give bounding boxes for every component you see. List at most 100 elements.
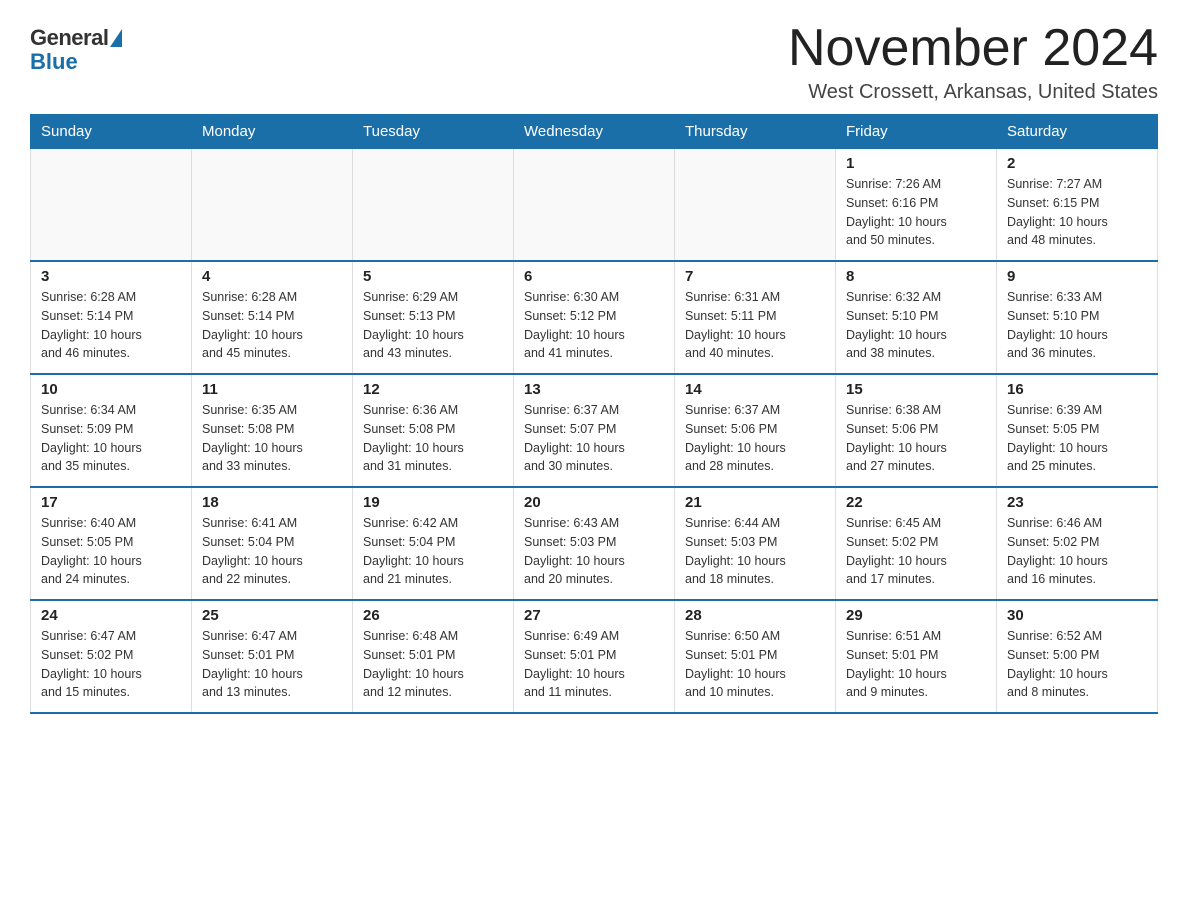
calendar-cell-week0-day2 [353,149,514,262]
calendar-header-monday: Monday [192,115,353,149]
title-section: November 2024 West Crossett, Arkansas, U… [788,20,1158,104]
logo: General Blue [30,20,122,75]
day-number: 18 [202,494,342,511]
day-number: 10 [41,381,181,398]
day-info: Sunrise: 6:44 AM Sunset: 5:03 PM Dayligh… [685,514,825,589]
day-info: Sunrise: 6:45 AM Sunset: 5:02 PM Dayligh… [846,514,986,589]
day-info: Sunrise: 7:27 AM Sunset: 6:15 PM Dayligh… [1007,175,1147,250]
day-info: Sunrise: 6:48 AM Sunset: 5:01 PM Dayligh… [363,627,503,702]
calendar-cell-week2-day3: 13 Sunrise: 6:37 AM Sunset: 5:07 PM Dayli… [514,374,675,487]
calendar-header-thursday: Thursday [675,115,836,149]
calendar-week-0: 1 Sunrise: 7:26 AM Sunset: 6:16 PM Daylig… [31,149,1158,262]
day-info: Sunrise: 6:36 AM Sunset: 5:08 PM Dayligh… [363,401,503,476]
day-number: 22 [846,494,986,511]
day-number: 1 [846,155,986,172]
calendar-cell-week0-day6: 2 Sunrise: 7:27 AM Sunset: 6:15 PM Daylig… [997,149,1158,262]
day-number: 21 [685,494,825,511]
calendar-cell-week3-day6: 23 Sunrise: 6:46 AM Sunset: 5:02 PM Dayli… [997,487,1158,600]
calendar-cell-week1-day2: 5 Sunrise: 6:29 AM Sunset: 5:13 PM Daylig… [353,261,514,374]
day-info: Sunrise: 6:33 AM Sunset: 5:10 PM Dayligh… [1007,288,1147,363]
calendar-header-sunday: Sunday [31,115,192,149]
day-number: 11 [202,381,342,398]
day-info: Sunrise: 6:39 AM Sunset: 5:05 PM Dayligh… [1007,401,1147,476]
calendar-cell-week3-day2: 19Sunrise: 6:42 AM Sunset: 5:04 PM Dayli… [353,487,514,600]
day-number: 16 [1007,381,1147,398]
calendar-table: SundayMondayTuesdayWednesdayThursdayFrid… [30,114,1158,714]
calendar-cell-week2-day2: 12Sunrise: 6:36 AM Sunset: 5:08 PM Dayli… [353,374,514,487]
location: West Crossett, Arkansas, United States [788,81,1158,104]
calendar-cell-week2-day1: 11 Sunrise: 6:35 AM Sunset: 5:08 PM Dayli… [192,374,353,487]
day-info: Sunrise: 6:43 AM Sunset: 5:03 PM Dayligh… [524,514,664,589]
calendar-cell-week1-day0: 3 Sunrise: 6:28 AM Sunset: 5:14 PM Daylig… [31,261,192,374]
calendar-cell-week4-day0: 24 Sunrise: 6:47 AM Sunset: 5:02 PM Dayli… [31,600,192,713]
calendar-week-1: 3 Sunrise: 6:28 AM Sunset: 5:14 PM Daylig… [31,261,1158,374]
day-info: Sunrise: 7:26 AM Sunset: 6:16 PM Dayligh… [846,175,986,250]
calendar-cell-week3-day3: 20 Sunrise: 6:43 AM Sunset: 5:03 PM Dayli… [514,487,675,600]
calendar-cell-week2-day0: 10 Sunrise: 6:34 AM Sunset: 5:09 PM Dayli… [31,374,192,487]
calendar-cell-week4-day6: 30Sunrise: 6:52 AM Sunset: 5:00 PM Dayli… [997,600,1158,713]
day-number: 2 [1007,155,1147,172]
day-number: 8 [846,268,986,285]
day-number: 3 [41,268,181,285]
calendar-cell-week4-day2: 26 Sunrise: 6:48 AM Sunset: 5:01 PM Dayli… [353,600,514,713]
calendar-cell-week4-day4: 28 Sunrise: 6:50 AM Sunset: 5:01 PM Dayli… [675,600,836,713]
calendar-cell-week3-day5: 22 Sunrise: 6:45 AM Sunset: 5:02 PM Dayli… [836,487,997,600]
day-info: Sunrise: 6:37 AM Sunset: 5:07 PM Dayligh… [524,401,664,476]
calendar-cell-week4-day3: 27 Sunrise: 6:49 AM Sunset: 5:01 PM Dayli… [514,600,675,713]
day-info: Sunrise: 6:47 AM Sunset: 5:02 PM Dayligh… [41,627,181,702]
day-info: Sunrise: 6:47 AM Sunset: 5:01 PM Dayligh… [202,627,342,702]
day-info: Sunrise: 6:29 AM Sunset: 5:13 PM Dayligh… [363,288,503,363]
calendar-header-tuesday: Tuesday [353,115,514,149]
day-info: Sunrise: 6:38 AM Sunset: 5:06 PM Dayligh… [846,401,986,476]
calendar-header-wednesday: Wednesday [514,115,675,149]
day-info: Sunrise: 6:28 AM Sunset: 5:14 PM Dayligh… [202,288,342,363]
calendar-cell-week0-day3 [514,149,675,262]
day-number: 20 [524,494,664,511]
day-info: Sunrise: 6:46 AM Sunset: 5:02 PM Dayligh… [1007,514,1147,589]
day-info: Sunrise: 6:35 AM Sunset: 5:08 PM Dayligh… [202,401,342,476]
calendar-cell-week4-day5: 29 Sunrise: 6:51 AM Sunset: 5:01 PM Dayli… [836,600,997,713]
calendar-header-row: SundayMondayTuesdayWednesdayThursdayFrid… [31,115,1158,149]
day-info: Sunrise: 6:28 AM Sunset: 5:14 PM Dayligh… [41,288,181,363]
calendar-cell-week1-day3: 6 Sunrise: 6:30 AM Sunset: 5:12 PM Daylig… [514,261,675,374]
day-number: 15 [846,381,986,398]
day-info: Sunrise: 6:50 AM Sunset: 5:01 PM Dayligh… [685,627,825,702]
calendar-cell-week1-day6: 9Sunrise: 6:33 AM Sunset: 5:10 PM Daylig… [997,261,1158,374]
logo-triangle-icon [110,29,122,47]
day-info: Sunrise: 6:42 AM Sunset: 5:04 PM Dayligh… [363,514,503,589]
logo-general-text: General [30,25,108,51]
page-header: General Blue November 2024 West Crossett… [30,20,1158,104]
day-info: Sunrise: 6:51 AM Sunset: 5:01 PM Dayligh… [846,627,986,702]
day-number: 23 [1007,494,1147,511]
calendar-header-friday: Friday [836,115,997,149]
day-number: 25 [202,607,342,624]
day-number: 14 [685,381,825,398]
calendar-cell-week3-day4: 21 Sunrise: 6:44 AM Sunset: 5:03 PM Dayli… [675,487,836,600]
calendar-cell-week2-day6: 16 Sunrise: 6:39 AM Sunset: 5:05 PM Dayli… [997,374,1158,487]
day-number: 28 [685,607,825,624]
calendar-cell-week1-day1: 4Sunrise: 6:28 AM Sunset: 5:14 PM Daylig… [192,261,353,374]
day-info: Sunrise: 6:49 AM Sunset: 5:01 PM Dayligh… [524,627,664,702]
day-number: 27 [524,607,664,624]
day-number: 7 [685,268,825,285]
day-number: 30 [1007,607,1147,624]
calendar-cell-week3-day1: 18Sunrise: 6:41 AM Sunset: 5:04 PM Dayli… [192,487,353,600]
day-info: Sunrise: 6:30 AM Sunset: 5:12 PM Dayligh… [524,288,664,363]
calendar-cell-week0-day0 [31,149,192,262]
logo-blue-text: Blue [30,49,78,75]
day-number: 29 [846,607,986,624]
calendar-cell-week4-day1: 25 Sunrise: 6:47 AM Sunset: 5:01 PM Dayli… [192,600,353,713]
calendar-cell-week1-day5: 8Sunrise: 6:32 AM Sunset: 5:10 PM Daylig… [836,261,997,374]
calendar-week-3: 17Sunrise: 6:40 AM Sunset: 5:05 PM Dayli… [31,487,1158,600]
month-title: November 2024 [788,20,1158,77]
day-info: Sunrise: 6:40 AM Sunset: 5:05 PM Dayligh… [41,514,181,589]
day-number: 6 [524,268,664,285]
day-number: 13 [524,381,664,398]
day-number: 26 [363,607,503,624]
day-number: 5 [363,268,503,285]
day-info: Sunrise: 6:34 AM Sunset: 5:09 PM Dayligh… [41,401,181,476]
day-number: 24 [41,607,181,624]
calendar-cell-week3-day0: 17Sunrise: 6:40 AM Sunset: 5:05 PM Dayli… [31,487,192,600]
calendar-cell-week0-day4 [675,149,836,262]
calendar-cell-week2-day4: 14Sunrise: 6:37 AM Sunset: 5:06 PM Dayli… [675,374,836,487]
